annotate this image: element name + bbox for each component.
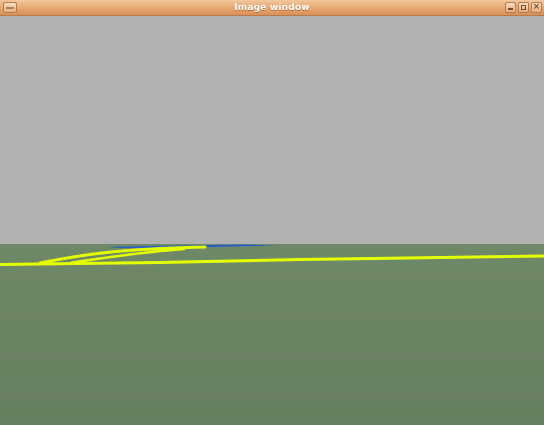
minimize-icon[interactable] (505, 2, 516, 13)
image-viewport (0, 16, 544, 425)
minimize-glyph (508, 8, 513, 10)
title-bar[interactable]: Image window × (0, 0, 544, 16)
maximize-icon[interactable] (518, 2, 529, 13)
maximize-glyph (521, 5, 526, 10)
close-icon[interactable]: × (531, 2, 542, 13)
sky-region (0, 16, 544, 244)
close-glyph: × (532, 2, 541, 12)
window-title: Image window (234, 3, 310, 13)
image-window: Image window × (0, 0, 544, 425)
ground-region (0, 244, 544, 425)
scene-image (0, 16, 544, 425)
